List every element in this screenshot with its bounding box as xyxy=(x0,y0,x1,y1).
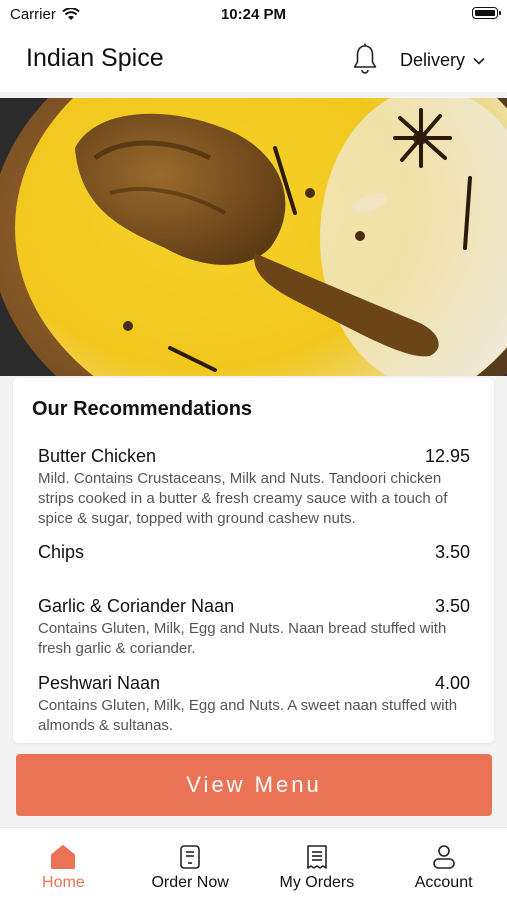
view-menu-button[interactable]: View Menu xyxy=(16,754,492,816)
tab-label: My Orders xyxy=(279,874,355,891)
app-header: Indian Spice Delivery xyxy=(0,30,507,92)
menu-item-name: Peshwari Naan xyxy=(38,673,161,693)
tab-label: Home xyxy=(42,874,85,891)
menu-item-description: Mild. Contains Crustaceans, Milk and Nut… xyxy=(38,470,448,527)
delivery-mode-selector[interactable]: Delivery xyxy=(400,50,485,71)
recommendations-card: Our Recommendations Butter Chicken 12.95… xyxy=(13,378,494,743)
chevron-down-icon xyxy=(473,57,485,65)
home-icon xyxy=(51,845,76,869)
menu-item-description: Contains Gluten, Milk, Egg and Nuts. Naa… xyxy=(38,620,447,657)
bell-icon[interactable] xyxy=(351,43,379,75)
hero-image xyxy=(0,98,507,376)
receipt-icon xyxy=(307,845,327,869)
menu-item[interactable]: Peshwari Naan 4.00 Contains Gluten, Milk… xyxy=(38,673,470,736)
order-icon xyxy=(180,845,200,869)
restaurant-title: Indian Spice xyxy=(26,44,164,72)
menu-item-price: 3.50 xyxy=(434,542,470,562)
menu-item-name: Butter Chicken xyxy=(38,446,157,466)
tab-home[interactable]: Home xyxy=(0,828,127,901)
recommendations-heading: Our Recommendations xyxy=(32,398,253,420)
menu-item-description: Contains Gluten, Milk, Egg and Nuts. A s… xyxy=(38,697,458,734)
tab-my-orders[interactable]: My Orders xyxy=(254,828,381,901)
menu-item-price: 4.00 xyxy=(434,673,470,693)
menu-item-price: 3.50 xyxy=(434,596,470,616)
menu-item[interactable]: Chips 3.50 xyxy=(38,542,470,563)
menu-item-name: Garlic & Coriander Naan xyxy=(38,596,235,616)
clock: 10:24 PM xyxy=(220,6,287,23)
tab-label: Account xyxy=(414,874,473,891)
menu-item-name: Chips xyxy=(38,542,85,562)
person-icon xyxy=(432,845,455,869)
tab-order-now[interactable]: Order Now xyxy=(127,828,254,901)
delivery-mode-label: Delivery xyxy=(400,50,466,70)
status-bar: Carrier 10:24 PM xyxy=(0,0,507,30)
bottom-tab-bar: Home Order Now My Orders Account xyxy=(0,827,507,901)
battery-icon xyxy=(472,7,501,19)
menu-item[interactable]: Garlic & Coriander Naan 3.50 Contains Gl… xyxy=(38,596,470,659)
menu-item[interactable]: Butter Chicken 12.95 Mild. Contains Crus… xyxy=(38,446,470,529)
menu-item-price: 12.95 xyxy=(424,446,470,466)
tab-label: Order Now xyxy=(151,874,229,891)
tab-account[interactable]: Account xyxy=(380,828,507,901)
